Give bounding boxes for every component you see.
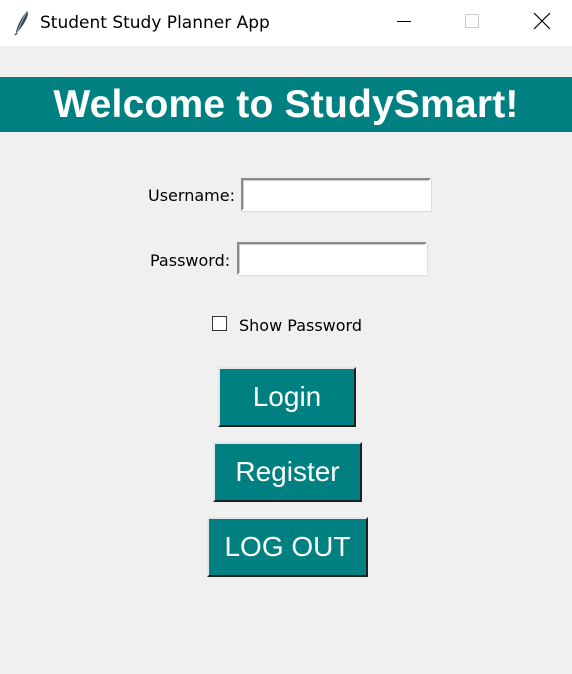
close-icon (533, 12, 551, 34)
login-button[interactable]: Login (218, 367, 356, 427)
password-label: Password: (150, 251, 231, 270)
welcome-heading: Welcome to StudySmart! (53, 82, 519, 126)
show-password-checkbox[interactable] (212, 316, 227, 331)
maximize-icon (464, 13, 480, 33)
show-password-label[interactable]: Show Password (239, 316, 362, 336)
logout-button[interactable]: LOG OUT (207, 517, 368, 577)
maximize-button[interactable] (449, 0, 495, 46)
window-title: Student Study Planner App (40, 13, 270, 33)
minimize-button[interactable] (381, 0, 427, 46)
password-input[interactable] (237, 242, 427, 275)
minimize-icon (396, 13, 412, 33)
window-titlebar: Student Study Planner App (0, 0, 572, 46)
username-input[interactable] (241, 178, 431, 211)
close-button[interactable] (519, 0, 565, 46)
welcome-banner: Welcome to StudySmart! (0, 77, 572, 132)
feather-icon (12, 10, 32, 36)
register-button[interactable]: Register (213, 442, 362, 502)
username-label: Username: (148, 186, 235, 205)
